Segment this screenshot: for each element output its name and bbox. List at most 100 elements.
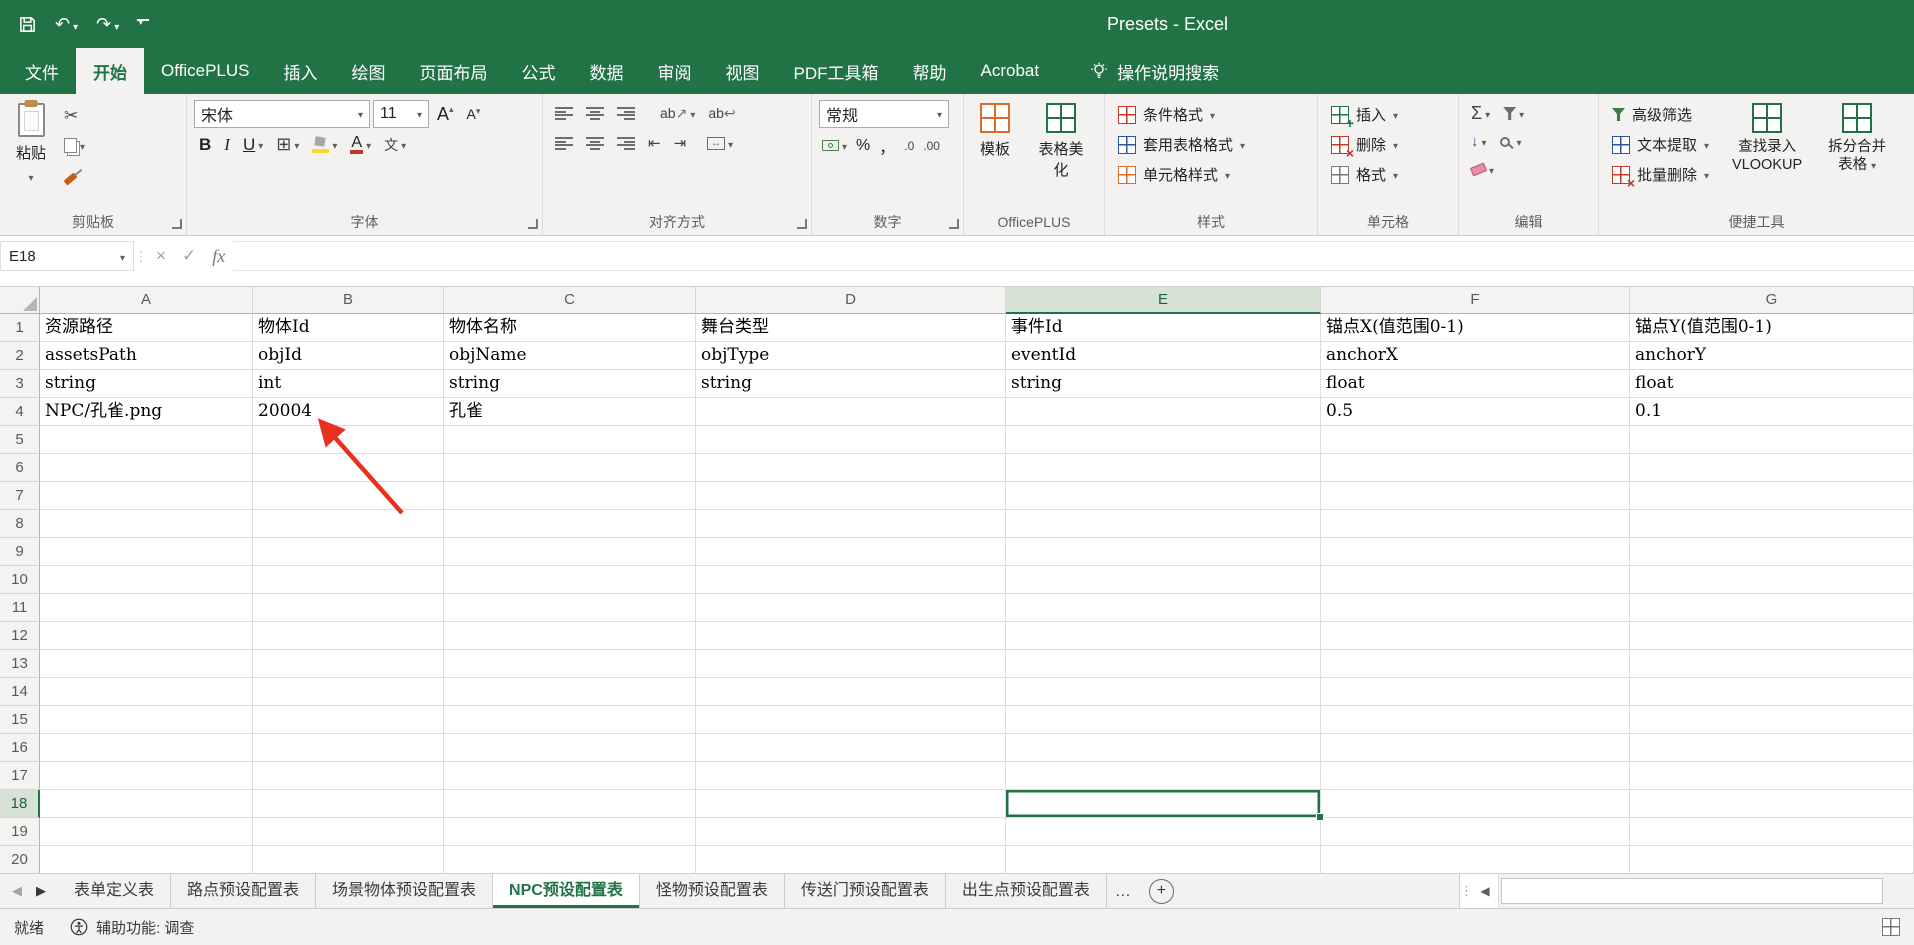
scroll-left-button[interactable]: ◀ — [1472, 884, 1498, 898]
cell-F6[interactable] — [1321, 454, 1630, 482]
formula-input[interactable] — [233, 241, 1914, 271]
cell-E4[interactable] — [1006, 398, 1321, 426]
row-header-10[interactable]: 10 — [0, 566, 40, 594]
font-color-button[interactable]: A — [345, 131, 376, 158]
ribbon-tab-officeplus[interactable]: OfficePLUS — [144, 48, 267, 94]
cell-B20[interactable] — [253, 846, 444, 873]
cell-B6[interactable] — [253, 454, 444, 482]
advanced-filter-button[interactable]: 高级筛选 — [1606, 100, 1715, 129]
cell-A9[interactable] — [40, 538, 253, 566]
cell-E10[interactable] — [1006, 566, 1321, 594]
cell-E18[interactable] — [1006, 790, 1324, 821]
cell-A6[interactable] — [40, 454, 253, 482]
cell-A13[interactable] — [40, 650, 253, 678]
cell-B14[interactable] — [253, 678, 444, 706]
column-header-F[interactable]: F — [1321, 287, 1630, 314]
cell-D18[interactable] — [696, 790, 1006, 818]
row-header-14[interactable]: 14 — [0, 678, 40, 706]
ribbon-tab-formulas[interactable]: 公式 — [505, 48, 573, 94]
column-header-C[interactable]: C — [444, 287, 696, 314]
row-header-11[interactable]: 11 — [0, 594, 40, 622]
cell-B3[interactable]: int — [253, 370, 444, 398]
column-header-B[interactable]: B — [253, 287, 444, 314]
ribbon-tab-insert[interactable]: 插入 — [267, 48, 335, 94]
cell-C15[interactable] — [444, 706, 696, 734]
cell-C20[interactable] — [444, 846, 696, 873]
copy-button[interactable] — [59, 132, 90, 159]
ribbon-tab-page-layout[interactable]: 页面布局 — [403, 48, 505, 94]
cell-C8[interactable] — [444, 510, 696, 538]
confirm-entry-button[interactable]: ✓ — [174, 246, 204, 266]
ribbon-tab-acrobat[interactable]: Acrobat — [964, 48, 1057, 94]
cell-E15[interactable] — [1006, 706, 1321, 734]
cell-C16[interactable] — [444, 734, 696, 762]
cell-B1[interactable]: 物体Id — [253, 314, 444, 342]
find-select-button[interactable] — [1495, 128, 1527, 155]
batch-delete-button[interactable]: 批量删除 — [1606, 160, 1715, 191]
cell-E14[interactable] — [1006, 678, 1321, 706]
cell-G15[interactable] — [1630, 706, 1914, 734]
cell-E6[interactable] — [1006, 454, 1321, 482]
cell-G5[interactable] — [1630, 426, 1914, 454]
row-header-5[interactable]: 5 — [0, 426, 40, 454]
cell-A3[interactable]: string — [40, 370, 253, 398]
insert-cells-button[interactable]: 插入 — [1325, 100, 1451, 131]
cell-B10[interactable] — [253, 566, 444, 594]
align-right-button[interactable] — [612, 130, 640, 157]
cell-A1[interactable]: 资源路径 — [40, 314, 253, 342]
decrease-font-size-button[interactable]: A — [462, 101, 486, 128]
row-header-1[interactable]: 1 — [0, 314, 40, 342]
row-header-7[interactable]: 7 — [0, 482, 40, 510]
bold-button[interactable]: B — [194, 131, 216, 158]
cell-A2[interactable]: assetsPath — [40, 342, 253, 370]
cell-D4[interactable] — [696, 398, 1006, 426]
cell-F19[interactable] — [1321, 818, 1630, 846]
ribbon-tab-help[interactable]: 帮助 — [896, 48, 964, 94]
cell-F15[interactable] — [1321, 706, 1630, 734]
row-header-16[interactable]: 16 — [0, 734, 40, 762]
sheet-overflow-button[interactable]: … — [1107, 874, 1139, 908]
cell-D16[interactable] — [696, 734, 1006, 762]
format-cells-button[interactable]: 格式 — [1325, 160, 1451, 189]
font-dialog-launcher[interactable] — [528, 219, 538, 229]
cell-G9[interactable] — [1630, 538, 1914, 566]
row-header-20[interactable]: 20 — [0, 846, 40, 873]
accounting-format-button[interactable] — [819, 132, 850, 159]
cell-C10[interactable] — [444, 566, 696, 594]
cell-A16[interactable] — [40, 734, 253, 762]
align-center-button[interactable] — [581, 130, 609, 157]
clipboard-dialog-launcher[interactable] — [172, 219, 182, 229]
wrap-text-button[interactable]: ab — [703, 100, 740, 127]
align-bottom-button[interactable] — [612, 100, 640, 127]
column-header-E[interactable]: E — [1006, 287, 1321, 314]
cell-F10[interactable] — [1321, 566, 1630, 594]
cell-F8[interactable] — [1321, 510, 1630, 538]
cell-C18[interactable] — [444, 790, 696, 818]
merge-center-button[interactable] — [702, 130, 738, 157]
cell-C17[interactable] — [444, 762, 696, 790]
cell-E9[interactable] — [1006, 538, 1321, 566]
row-header-9[interactable]: 9 — [0, 538, 40, 566]
cell-A8[interactable] — [40, 510, 253, 538]
cell-D5[interactable] — [696, 426, 1006, 454]
cell-D3[interactable]: string — [696, 370, 1006, 398]
cell-F5[interactable] — [1321, 426, 1630, 454]
accessibility-status[interactable]: 辅助功能: 调查 — [70, 917, 194, 938]
row-header-18[interactable]: 18 — [0, 790, 40, 818]
cell-B8[interactable] — [253, 510, 444, 538]
underline-button[interactable]: U — [238, 131, 268, 158]
text-extract-button[interactable]: 文本提取 — [1606, 130, 1715, 159]
cell-G10[interactable] — [1630, 566, 1914, 594]
cell-D12[interactable] — [696, 622, 1006, 650]
sheet-nav-prev-button[interactable]: ◀ — [12, 883, 22, 899]
cell-C12[interactable] — [444, 622, 696, 650]
cell-D10[interactable] — [696, 566, 1006, 594]
number-format-select[interactable]: 常规 — [819, 100, 949, 128]
view-shortcut-icon[interactable] — [1882, 918, 1900, 936]
cell-A14[interactable] — [40, 678, 253, 706]
cell-F9[interactable] — [1321, 538, 1630, 566]
cell-A19[interactable] — [40, 818, 253, 846]
clear-button[interactable] — [1466, 156, 1499, 183]
cell-D1[interactable]: 舞台类型 — [696, 314, 1006, 342]
align-middle-button[interactable] — [581, 100, 609, 127]
